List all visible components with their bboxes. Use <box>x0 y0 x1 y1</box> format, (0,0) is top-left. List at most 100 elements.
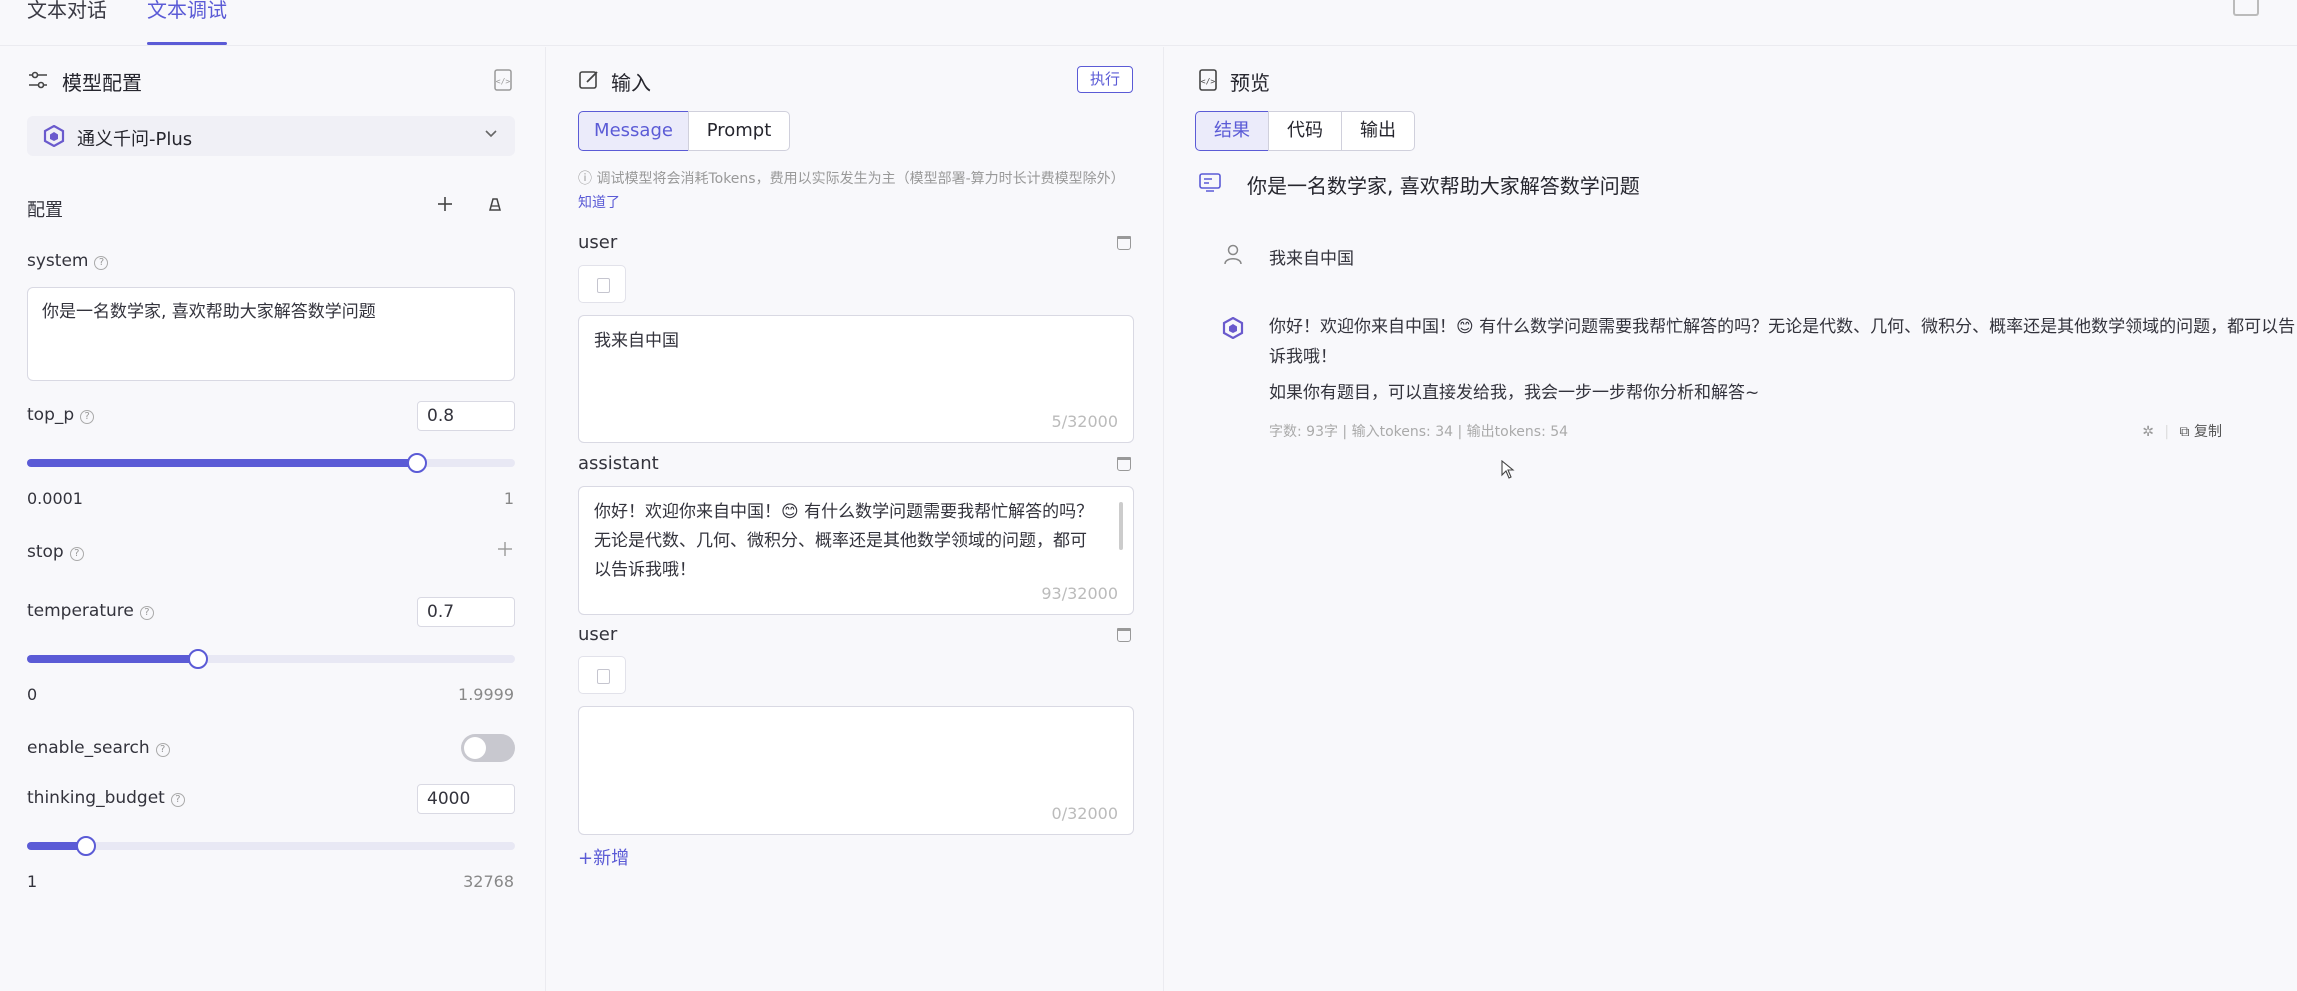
top-p-min: 0.0001 <box>27 489 83 508</box>
help-icon[interactable]: ? <box>139 606 154 620</box>
svg-text:</>: </> <box>1201 77 1216 86</box>
bug-icon[interactable]: ✲ <box>2142 424 2154 440</box>
model-name: 通义千问-Plus <box>77 129 193 150</box>
user-message-text: 我来自中国 <box>1269 249 1354 269</box>
tab-result[interactable]: 结果 <box>1195 111 1269 151</box>
thinking-budget-input[interactable]: 4000 <box>417 784 515 814</box>
tab-text-debug[interactable]: 文本调试 <box>147 0 227 23</box>
trash-icon[interactable] <box>1117 628 1131 642</box>
system-prompt-field[interactable]: 你是一名数学家, 喜欢帮助大家解答数学问题 <box>27 287 515 381</box>
fullscreen-icon[interactable] <box>2233 0 2259 16</box>
mouse-cursor-icon <box>1501 459 1515 485</box>
divider: | <box>2164 424 2170 440</box>
preview-panel-title: 预览 <box>1230 71 1270 95</box>
info-icon: ⓘ <box>578 171 597 187</box>
char-count: 5/32000 <box>1051 412 1118 431</box>
qwen-logo-icon <box>43 124 65 148</box>
mode-prompt-button[interactable]: Prompt <box>688 111 790 151</box>
top-p-label: top_p? <box>27 405 95 425</box>
help-icon[interactable]: ? <box>155 743 170 757</box>
trash-icon[interactable] <box>1117 457 1131 471</box>
temperature-slider[interactable] <box>27 649 515 669</box>
system-prompt-icon <box>1198 171 1222 193</box>
message-role-label: assistant <box>578 453 659 474</box>
top-p-label-text: top_p <box>27 405 75 425</box>
system-prompt-text: 你是一名数学家, 喜欢帮助大家解答数学问题 <box>1247 174 1640 198</box>
model-select[interactable]: 通义千问-Plus <box>27 116 515 156</box>
tab-code[interactable]: 代码 <box>1268 111 1342 151</box>
sliders-icon <box>27 69 49 91</box>
chevron-down-icon <box>483 125 499 145</box>
code-doc-icon[interactable]: </> <box>492 69 514 91</box>
char-count: 93/32000 <box>1041 584 1118 603</box>
top-p-slider-thumb[interactable] <box>407 453 428 473</box>
message-role-label: user <box>578 624 618 645</box>
edit-icon <box>578 69 600 91</box>
scrollbar[interactable] <box>1119 502 1123 550</box>
assistant-reply: 你好！欢迎你来自中国！😊 有什么数学问题需要我帮忙解答的吗？无论是代数、几何、微… <box>1269 312 2297 408</box>
config-panel-title: 模型配置 <box>62 71 142 95</box>
temperature-label: temperature? <box>27 601 154 621</box>
token-stats: 字数: 93字 | 输入tokens: 34 | 输出tokens: 54 <box>1269 424 1569 440</box>
add-message-button[interactable]: +新增 <box>578 844 629 870</box>
temperature-slider-fill <box>27 655 198 663</box>
svg-text:</>: </> <box>496 77 511 86</box>
stop-label: stop? <box>27 542 84 562</box>
tab-output[interactable]: 输出 <box>1341 111 1415 151</box>
tab-text-chat[interactable]: 文本对话 <box>27 0 107 23</box>
code-file-icon: </> <box>1197 69 1219 91</box>
thinking-budget-slider-thumb[interactable] <box>75 836 96 856</box>
thinking-budget-slider[interactable] <box>27 836 515 856</box>
tip-dismiss-link[interactable]: 知道了 <box>578 195 620 211</box>
add-image-icon[interactable] <box>578 656 626 694</box>
stop-label-text: stop <box>27 542 64 562</box>
message-content-field[interactable]: 0/32000 <box>578 706 1134 835</box>
temperature-min: 0 <box>27 685 38 704</box>
help-icon[interactable]: ? <box>170 793 185 807</box>
message-content-text: 你好！欢迎你来自中国！😊 有什么数学问题需要我帮忙解答的吗？无论是代数、几何、微… <box>594 502 1094 580</box>
top-p-max: 1 <box>503 489 514 508</box>
toggle-knob <box>464 737 486 759</box>
reply-paragraph: 你好！欢迎你来自中国！😊 有什么数学问题需要我帮忙解答的吗？无论是代数、几何、微… <box>1269 317 2296 367</box>
preview-panel: </> 预览 结果 代码 输出 你是一名数学家, 喜欢帮助大家解答数学问题 我来… <box>1165 47 2297 991</box>
clear-icon[interactable] <box>484 195 506 217</box>
input-panel: 输入 执行 Message Prompt ⓘ 调试模型将会消耗Tokens，费用… <box>547 47 1164 991</box>
reply-actions: ✲ | ⧉ 复制 <box>2142 421 2222 441</box>
top-p-slider[interactable] <box>27 453 515 473</box>
help-icon[interactable]: ? <box>94 256 109 270</box>
copy-button[interactable]: 复制 <box>2194 424 2222 440</box>
help-icon[interactable]: ? <box>69 547 84 561</box>
user-avatar-icon <box>1222 243 1244 265</box>
mode-message-button[interactable]: Message <box>578 111 689 151</box>
thinking-budget-max: 32768 <box>463 872 514 891</box>
enable-search-label-text: enable_search <box>27 738 150 758</box>
reply-paragraph: 如果你有题目，可以直接发给我，我会一步一步帮你分析和解答~ <box>1269 383 1760 403</box>
enable-search-toggle[interactable] <box>461 734 515 762</box>
trash-icon[interactable] <box>1117 236 1131 250</box>
plus-icon[interactable] <box>434 195 456 217</box>
top-p-slider-fill <box>27 459 418 467</box>
system-label-text: system <box>27 251 89 271</box>
temperature-input[interactable]: 0.7 <box>417 597 515 627</box>
temperature-label-text: temperature <box>27 601 134 621</box>
token-cost-tip: ⓘ 调试模型将会消耗Tokens，费用以实际发生为主（模型部署-算力时长计费模型… <box>578 167 1134 215</box>
char-count: 0/32000 <box>1051 804 1118 823</box>
message-content-field[interactable]: 我来自中国 5/32000 <box>578 315 1134 443</box>
temperature-slider-thumb[interactable] <box>187 649 208 669</box>
tip-text: 调试模型将会消耗Tokens，费用以实际发生为主（模型部署-算力时长计费模型除外… <box>596 171 1125 187</box>
thinking-budget-label: thinking_budget? <box>27 788 185 808</box>
copy-icon[interactable]: ⧉ <box>2180 424 2190 440</box>
active-tab-indicator <box>147 42 227 45</box>
model-config-panel: 模型配置 </> 通义千问-Plus 配置 system? 你是一名数学家, 喜… <box>0 47 546 991</box>
run-button[interactable]: 执行 <box>1077 66 1133 93</box>
temperature-max: 1.9999 <box>458 685 514 704</box>
message-content-field[interactable]: 你好！欢迎你来自中国！😊 有什么数学问题需要我帮忙解答的吗？无论是代数、几何、微… <box>578 486 1134 615</box>
message-content-text: 我来自中国 <box>594 331 679 351</box>
add-stop-icon[interactable] <box>494 540 516 562</box>
help-icon[interactable]: ? <box>80 410 95 424</box>
top-p-input[interactable]: 0.8 <box>417 401 515 431</box>
thinking-budget-label-text: thinking_budget <box>27 788 165 808</box>
system-label: system? <box>27 251 109 271</box>
add-image-icon[interactable] <box>578 265 626 303</box>
thinking-budget-min: 1 <box>27 872 38 891</box>
